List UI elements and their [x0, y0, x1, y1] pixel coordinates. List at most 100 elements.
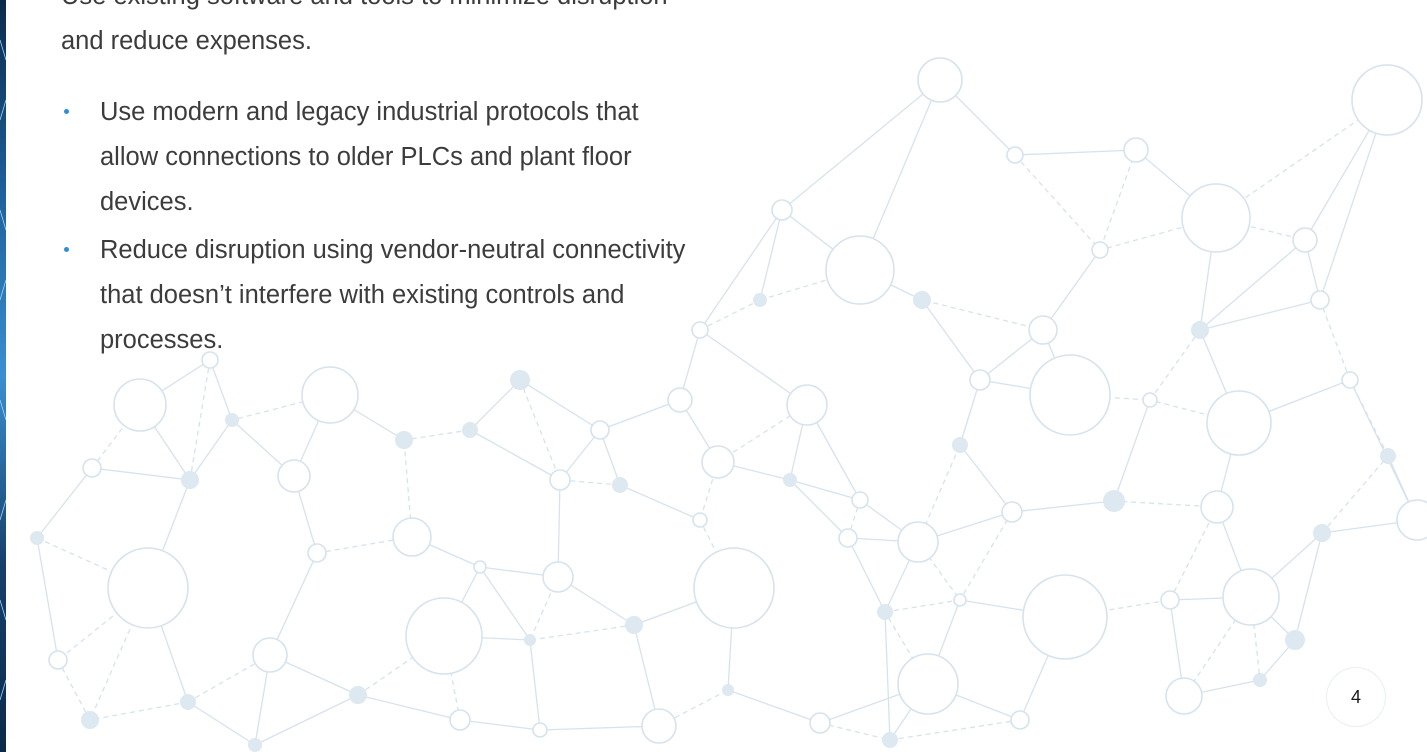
network-edge [89, 701, 189, 721]
network-node [612, 477, 628, 493]
network-node [969, 369, 991, 391]
network-edge [847, 537, 886, 613]
network-edge [459, 719, 541, 731]
network-edge [189, 359, 211, 481]
network-edge [759, 209, 783, 301]
network-edge [187, 701, 256, 746]
network-edge [1319, 299, 1351, 381]
network-node [1006, 146, 1024, 164]
network-node [82, 458, 102, 478]
network-edge [209, 359, 233, 421]
network-node [1380, 448, 1396, 464]
bullet-dot-icon [64, 247, 69, 252]
network-edge [959, 444, 1013, 513]
network-node [1206, 390, 1272, 456]
network-node [1103, 490, 1125, 512]
network-node [542, 561, 574, 593]
network-edge [1149, 329, 1201, 401]
network-node [753, 293, 767, 307]
network-node [1010, 710, 1030, 730]
network-node [1191, 321, 1209, 339]
network-edge [819, 722, 891, 741]
network-node [549, 469, 571, 491]
network-node [301, 366, 359, 424]
network-node [395, 431, 413, 449]
network-edge [1099, 149, 1137, 251]
network-edge [889, 719, 1021, 741]
network-edge [403, 429, 471, 441]
network-node [405, 597, 483, 675]
network-edge [959, 511, 1013, 601]
network-node [392, 517, 432, 557]
bullet-item: Use modern and legacy industrial protoco… [61, 90, 701, 225]
bullet-text: Reduce disruption using vendor-neutral c… [100, 236, 686, 354]
network-node [349, 686, 367, 704]
network-node [722, 684, 734, 696]
network-node [449, 709, 471, 731]
network-node [1181, 183, 1251, 253]
network-node [667, 387, 693, 413]
network-edge [884, 611, 891, 741]
network-node [1351, 64, 1423, 136]
network-node [1222, 568, 1280, 626]
slide-page: Use existing software and tools to minim… [0, 0, 1427, 752]
network-node [1253, 673, 1267, 687]
network-node [851, 491, 869, 509]
network-node [913, 291, 931, 309]
network-edge [1321, 455, 1389, 534]
network-node [882, 732, 898, 748]
network-edge [357, 694, 461, 721]
network-node [838, 528, 858, 548]
network-node [532, 722, 548, 738]
network-edge [1014, 154, 1101, 251]
network-edge [539, 725, 660, 731]
network-edge [727, 689, 821, 724]
network-node [524, 634, 536, 646]
bullet-dot-icon [64, 109, 69, 114]
network-node [897, 653, 959, 715]
network-edge [1113, 399, 1151, 502]
network-node [641, 708, 677, 744]
network-node [952, 437, 968, 453]
network-edge [529, 624, 635, 641]
network-edge [519, 379, 601, 431]
network-edge [479, 566, 531, 641]
slide-content: Use existing software and tools to minim… [61, 0, 701, 366]
network-edge [599, 399, 681, 431]
network-edge [1294, 532, 1323, 641]
network-node [1091, 241, 1109, 259]
network-edge [36, 467, 93, 539]
network-edge [781, 79, 941, 211]
network-node [693, 547, 775, 629]
network-node [1028, 315, 1058, 345]
network-node [277, 459, 311, 493]
network-edge [469, 429, 561, 481]
network-node [30, 531, 44, 545]
network-node [877, 604, 893, 620]
network-edge [699, 299, 761, 331]
network-node [1022, 574, 1108, 660]
network-node [701, 445, 735, 479]
network-edge [189, 419, 233, 481]
network-node [692, 512, 708, 528]
network-node [1396, 499, 1427, 541]
network-edge [529, 639, 541, 731]
network-node [897, 521, 939, 563]
intro-text: Use existing software and tools to minim… [61, 0, 668, 55]
network-node [917, 57, 963, 103]
network-edge [91, 467, 191, 481]
network-node [81, 711, 99, 729]
network-node [825, 235, 895, 305]
network-node [181, 471, 199, 489]
network-node [307, 543, 327, 563]
network-node [48, 650, 68, 670]
network-node [625, 616, 643, 634]
page-number-badge: 4 [1327, 668, 1385, 726]
network-node [786, 384, 828, 426]
network-node [1029, 354, 1111, 436]
bullet-item: Reduce disruption using vendor-neutral c… [61, 228, 701, 363]
network-node [252, 637, 288, 673]
network-node [1123, 137, 1149, 163]
network-edge [57, 659, 91, 721]
network-node [107, 547, 189, 629]
